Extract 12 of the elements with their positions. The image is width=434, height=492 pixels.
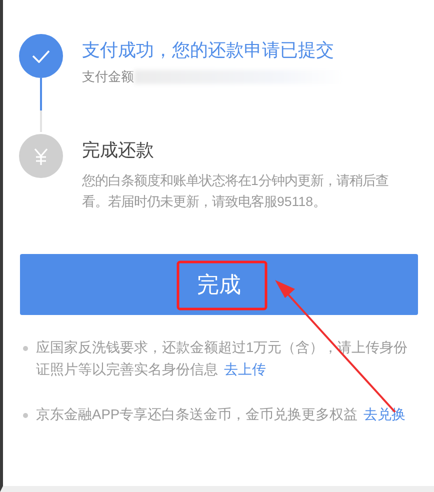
check-icon — [32, 50, 50, 62]
bullet — [23, 346, 28, 351]
step-subtitle: 支付金额 — [82, 68, 134, 86]
step-title: 完成还款 — [82, 139, 155, 162]
note-link[interactable]: 去上传 — [224, 362, 266, 377]
step-title: 支付成功，您的还款申请已提交 — [82, 39, 335, 62]
bullet — [23, 413, 28, 418]
step-description: 您的白条额度和账单状态将在1分钟内更新，请稍后查看。若届时仍未更新，请致电客服95118。 — [82, 172, 390, 211]
done-button[interactable]: 完成 — [20, 254, 418, 315]
note-text: 京东金融APP专享还白条送金币，金币兑换更多权益 去兑换 — [36, 406, 406, 424]
note-link[interactable]: 去兑换 — [364, 407, 406, 422]
yen-icon — [34, 148, 48, 164]
